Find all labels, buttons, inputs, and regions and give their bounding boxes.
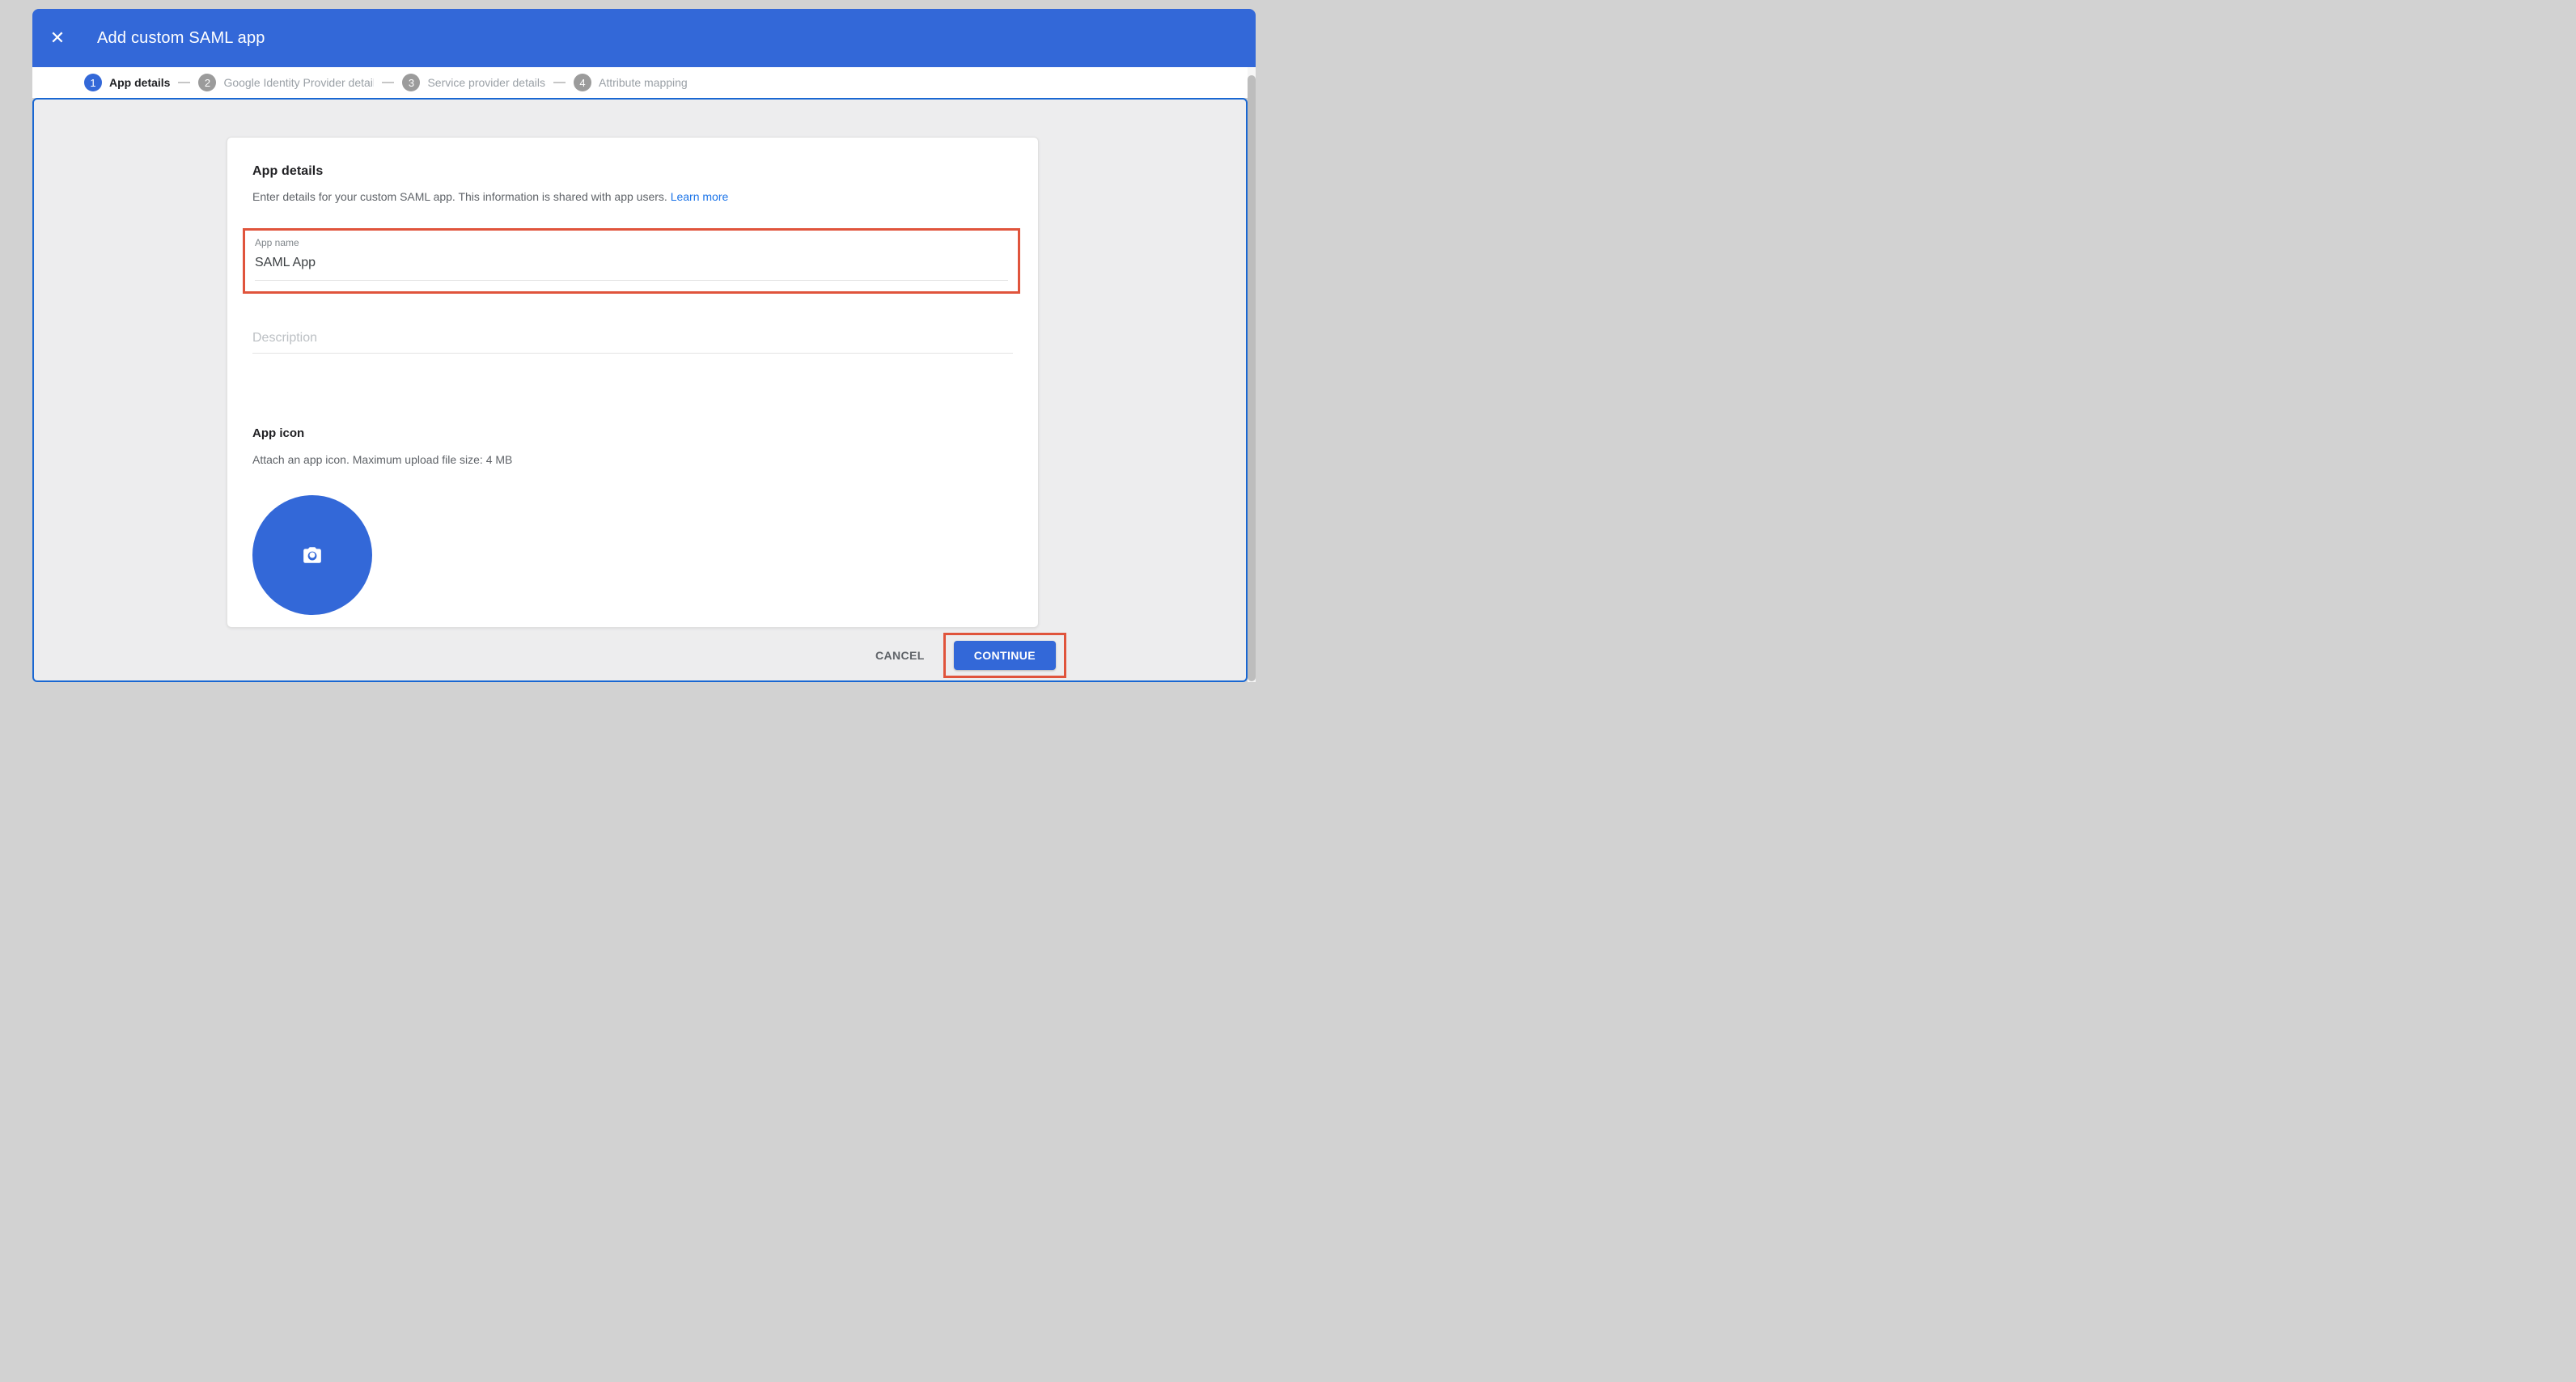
wizard-stepper: 1 App details 2 Google Identity Provider…	[32, 67, 1256, 98]
step-3-circle: 3	[402, 74, 420, 91]
app-name-input[interactable]: SAML App	[255, 256, 1008, 281]
card-description: Enter details for your custom SAML app. …	[252, 190, 1013, 203]
step-3-label: Service provider details	[427, 76, 545, 89]
continue-button[interactable]: CONTINUE	[954, 641, 1056, 670]
dialog-title: Add custom SAML app	[97, 29, 265, 48]
close-icon[interactable]: ✕	[41, 22, 74, 54]
card-title: App details	[252, 164, 1013, 179]
step-connector	[382, 82, 394, 83]
app-icon-section-subtitle: Attach an app icon. Maximum upload file …	[252, 453, 1013, 466]
description-input[interactable]: Description	[252, 331, 1013, 354]
step-4-circle: 4	[574, 74, 591, 91]
step-2-circle: 2	[198, 74, 216, 91]
app-icon-upload-button[interactable]	[252, 495, 372, 615]
step-google-idp-details[interactable]: 2 Google Identity Provider details	[198, 74, 374, 91]
continue-highlight-box: CONTINUE	[943, 633, 1066, 678]
dialog-content-area: App details Enter details for your custo…	[32, 98, 1248, 682]
dialog-footer: CANCEL CONTINUE	[875, 633, 1066, 678]
step-1-circle: 1	[84, 74, 102, 91]
app-name-field-label: App name	[255, 237, 1008, 248]
learn-more-link[interactable]: Learn more	[671, 190, 729, 203]
camera-icon	[302, 545, 323, 566]
add-custom-saml-app-dialog: ✕ Add custom SAML app 1 App details 2 Go…	[32, 9, 1256, 682]
scrollbar-track[interactable]	[1248, 67, 1256, 682]
step-1-label: App details	[109, 76, 170, 89]
app-name-highlight-box: App name SAML App	[243, 228, 1020, 294]
app-details-card: App details Enter details for your custo…	[227, 137, 1039, 628]
step-attribute-mapping[interactable]: 4 Attribute mapping	[574, 74, 688, 91]
step-4-label: Attribute mapping	[599, 76, 688, 89]
step-connector	[178, 82, 190, 83]
scrollbar-thumb[interactable]	[1248, 75, 1256, 681]
step-app-details[interactable]: 1 App details	[84, 74, 170, 91]
cancel-button[interactable]: CANCEL	[875, 649, 925, 662]
card-description-text: Enter details for your custom SAML app. …	[252, 190, 667, 203]
dialog-titlebar: ✕ Add custom SAML app	[32, 9, 1256, 67]
step-2-label: Google Identity Provider details	[223, 76, 374, 89]
step-service-provider-details[interactable]: 3 Service provider details	[402, 74, 545, 91]
app-icon-section-title: App icon	[252, 426, 1013, 440]
step-connector	[553, 82, 566, 83]
